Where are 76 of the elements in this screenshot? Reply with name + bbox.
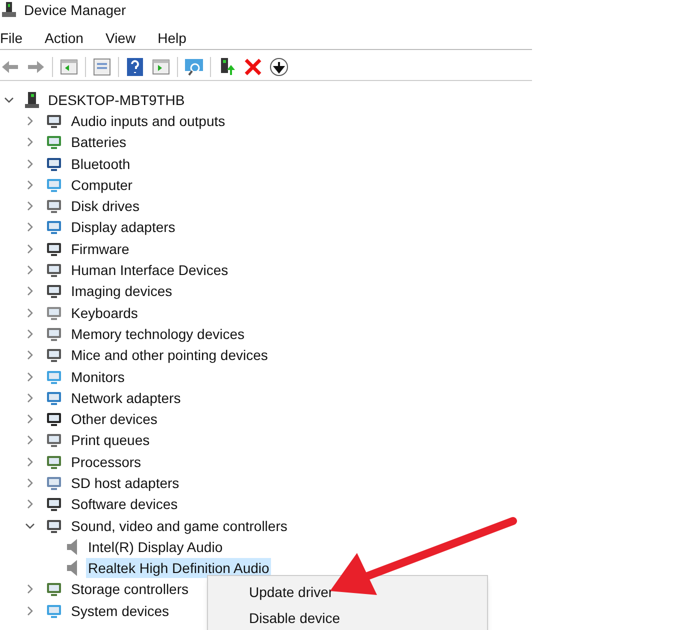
expand-chevron-icon[interactable]: [25, 201, 35, 212]
tree-item[interactable]: Human Interface Devices: [69, 260, 230, 280]
menu-item[interactable]: File: [0, 28, 23, 49]
expand-chevron-icon[interactable]: [25, 499, 35, 510]
menu-item[interactable]: Help: [158, 28, 186, 49]
tree-item[interactable]: Sound, video and game controllers: [69, 516, 290, 536]
window-panel-icon[interactable]: [151, 56, 171, 76]
collapse-chevron-icon[interactable]: [4, 94, 14, 105]
expand-chevron-icon[interactable]: [25, 137, 35, 148]
device-icon: [45, 197, 63, 216]
device-icon: [45, 431, 63, 450]
window-list-icon[interactable]: [92, 56, 112, 76]
device-icon: [45, 495, 63, 514]
tree-item[interactable]: SD host adapters: [69, 472, 182, 493]
expand-chevron-icon[interactable]: [25, 392, 35, 403]
speaker-icon: [66, 538, 80, 556]
context-menu-item[interactable]: Update driver: [208, 579, 487, 605]
window-title: Device Manager: [24, 0, 126, 20]
help-icon[interactable]: [125, 56, 145, 76]
tree-item[interactable]: Disk drives: [69, 196, 142, 216]
menu-item[interactable]: View: [105, 28, 136, 49]
expand-chevron-icon[interactable]: [25, 350, 35, 360]
expand-chevron-icon[interactable]: [25, 158, 35, 169]
app-icon: [2, 2, 16, 18]
context-menu-item[interactable]: Disable device: [208, 605, 487, 630]
device-icon: [45, 261, 63, 280]
expand-chevron-icon[interactable]: [25, 584, 35, 594]
speaker-icon: [66, 559, 80, 578]
tree-item[interactable]: Batteries: [69, 132, 128, 152]
down-arrow-icon[interactable]: [269, 56, 289, 76]
computer-tower-icon: [24, 90, 40, 109]
expand-chevron-icon[interactable]: [25, 414, 35, 424]
expand-chevron-icon[interactable]: [25, 372, 35, 382]
device-icon: [45, 346, 63, 364]
device-icon: [45, 282, 63, 300]
tree-item[interactable]: Processors: [69, 452, 144, 472]
expand-chevron-icon[interactable]: [25, 435, 35, 446]
device-icon: [45, 133, 63, 152]
tree-item[interactable]: Computer: [69, 174, 134, 195]
menu-item[interactable]: Action: [44, 28, 84, 49]
tree-item[interactable]: Intel(R) Display Audio: [86, 536, 225, 557]
tree-item[interactable]: Imaging devices: [69, 281, 174, 302]
device-icon: [45, 410, 63, 428]
tree-item[interactable]: Audio inputs and outputs: [69, 110, 228, 131]
tree-item[interactable]: Keyboards: [69, 302, 140, 323]
tree-item[interactable]: Storage controllers: [69, 579, 191, 600]
expand-chevron-icon[interactable]: [25, 606, 35, 616]
expand-chevron-icon[interactable]: [25, 222, 35, 232]
expand-chevron-icon[interactable]: [25, 265, 35, 276]
expand-chevron-icon[interactable]: [25, 286, 35, 296]
expand-chevron-icon[interactable]: [25, 478, 35, 488]
tree-item[interactable]: System devices: [69, 600, 172, 621]
expand-chevron-icon[interactable]: [25, 180, 35, 190]
tree-item[interactable]: Other devices: [69, 409, 160, 430]
monitor-search-icon[interactable]: [184, 56, 204, 76]
device-icon: [45, 580, 63, 598]
tree-item[interactable]: Mice and other pointing devices: [69, 345, 270, 366]
tree-item[interactable]: Display adapters: [69, 217, 178, 238]
expand-chevron-icon[interactable]: [25, 456, 35, 467]
tree-item[interactable]: Print queues: [69, 430, 152, 450]
expand-chevron-icon[interactable]: [25, 308, 35, 318]
device-icon: [45, 218, 63, 236]
expand-chevron-icon[interactable]: [25, 328, 35, 339]
tree-item[interactable]: Realtek High Definition Audio: [86, 558, 272, 578]
tree-item[interactable]: Monitors: [69, 366, 127, 386]
tree-item[interactable]: Memory technology devices: [69, 324, 247, 344]
close-icon[interactable]: [243, 56, 263, 76]
tree-item[interactable]: Bluetooth: [69, 154, 132, 174]
tree-item[interactable]: Software devices: [69, 494, 180, 514]
collapse-chevron-icon[interactable]: [25, 520, 35, 531]
tree-item[interactable]: Network adapters: [69, 388, 183, 408]
expand-chevron-icon[interactable]: [25, 244, 35, 254]
expand-chevron-icon[interactable]: [25, 116, 35, 126]
window-panel-icon[interactable]: [59, 56, 79, 76]
tree-item[interactable]: DESKTOP-MBT9THB: [46, 90, 187, 110]
tree-item[interactable]: Firmware: [69, 238, 132, 259]
